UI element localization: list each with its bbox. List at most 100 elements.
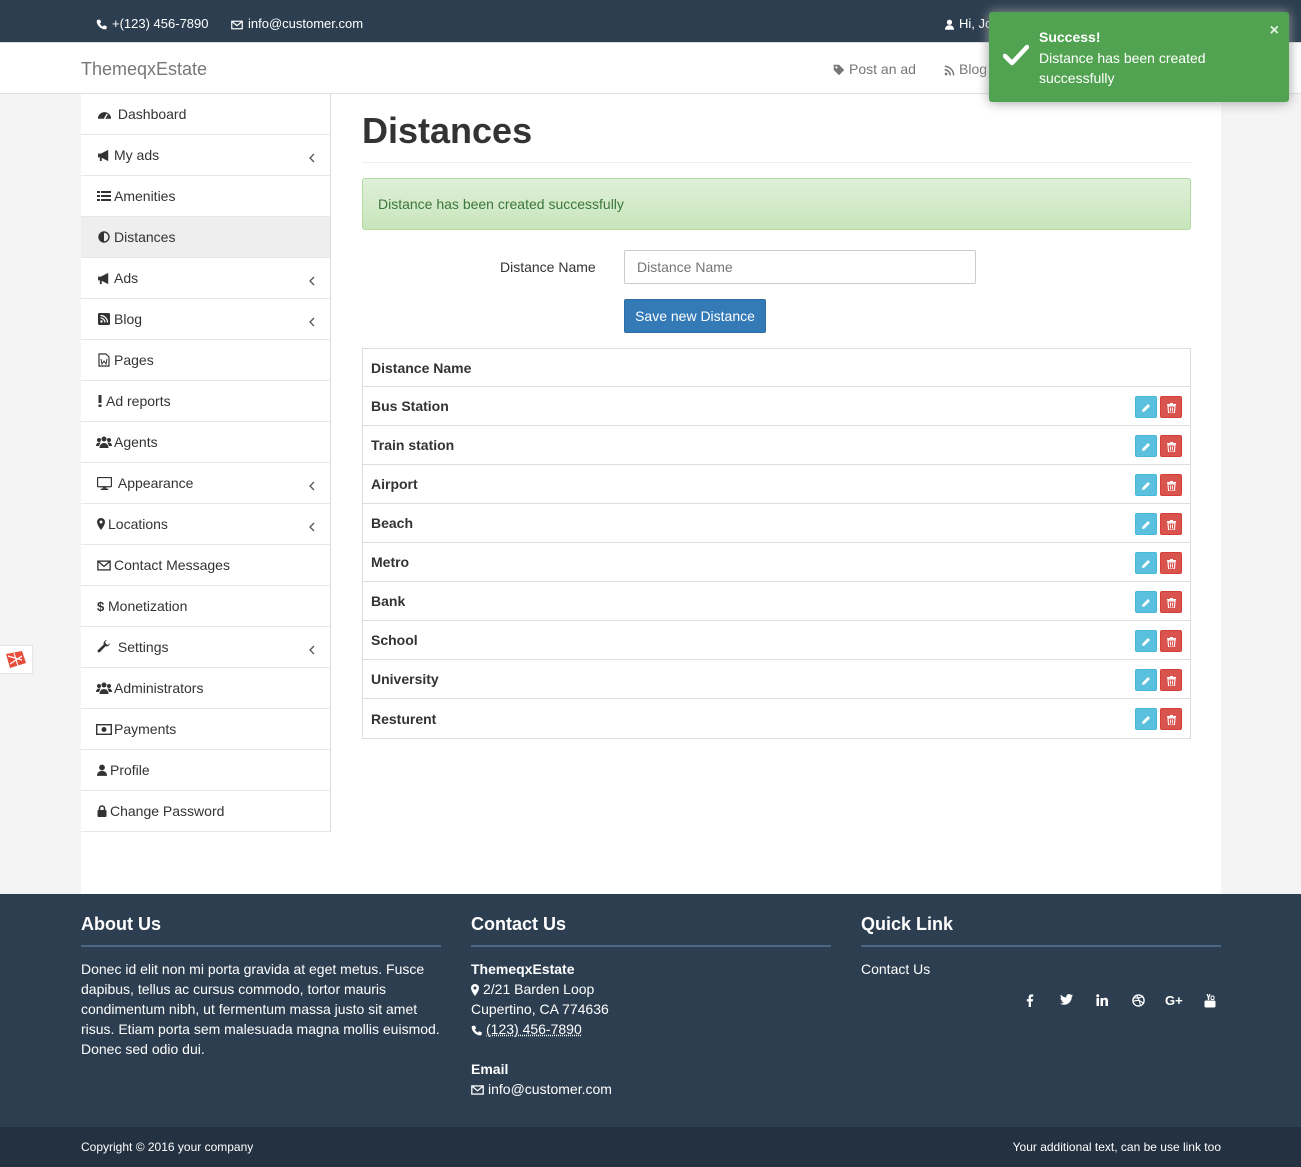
distances-table: Distance Name Bus Station Train station Ai… <box>362 348 1191 739</box>
sidebar-item-amenities[interactable]: Amenities <box>81 176 330 217</box>
edit-button[interactable] <box>1135 669 1157 691</box>
dribbble-icon[interactable] <box>1120 994 1156 1008</box>
table-row: Metro <box>363 543 1190 582</box>
sidebar-item-blog[interactable]: Blog <box>81 299 330 340</box>
linkedin-icon[interactable] <box>1084 994 1120 1008</box>
twitter-icon[interactable] <box>1048 994 1084 1008</box>
distance-name-cell: Bank <box>371 593 406 609</box>
sidebar-item-agents[interactable]: Agents <box>81 422 330 463</box>
floating-widget[interactable] <box>0 645 33 674</box>
delete-button[interactable] <box>1160 708 1182 730</box>
footer-contact: Contact Us ThemeqxEstate 2/21 Barden Loo… <box>471 914 831 1099</box>
copyright-text: Copyright © 2016 your company <box>81 1140 254 1154</box>
google-plus-icon[interactable]: G+ <box>1156 994 1192 1008</box>
svg-text:G+: G+ <box>1165 994 1183 1006</box>
trash-icon <box>1166 633 1176 649</box>
sidebar-item-dashboard[interactable]: Dashboard <box>81 94 330 135</box>
row-actions <box>1135 435 1182 457</box>
bullhorn-icon <box>96 272 112 285</box>
users-icon <box>96 436 112 448</box>
nav-blog[interactable]: Blog <box>944 61 987 77</box>
delete-button[interactable] <box>1160 435 1182 457</box>
facebook-icon[interactable] <box>1012 994 1048 1008</box>
delete-button[interactable] <box>1160 513 1182 535</box>
delete-button[interactable] <box>1160 474 1182 496</box>
nav-blog-label: Blog <box>959 61 988 77</box>
chevron-left-icon <box>309 641 315 657</box>
sidebar-item-profile[interactable]: Profile <box>81 750 330 791</box>
trash-icon <box>1166 594 1176 610</box>
edit-button[interactable] <box>1135 474 1157 496</box>
footer-contact-title: Contact Us <box>471 914 831 947</box>
youtube-icon[interactable] <box>1192 994 1228 1008</box>
sidebar-item-label: Agents <box>114 434 158 450</box>
delete-button[interactable] <box>1160 552 1182 574</box>
sidebar-item-label: Pages <box>114 352 154 368</box>
footer-email-text[interactable]: info@customer.com <box>488 1079 612 1099</box>
dashboard-icon <box>96 108 112 120</box>
distance-form: Distance Name Save new Distance <box>362 230 1191 333</box>
rss-icon <box>944 61 955 77</box>
sidebar-item-label: Blog <box>114 311 143 327</box>
table-row: Resturent <box>363 699 1190 738</box>
edit-button[interactable] <box>1135 552 1157 574</box>
sidebar-item-administrators[interactable]: Administrators <box>81 668 330 709</box>
sidebar-item-ad-reports[interactable]: Ad reports <box>81 381 330 422</box>
delete-button[interactable] <box>1160 630 1182 652</box>
sidebar-item-label: Dashboard <box>117 106 187 122</box>
pencil-icon <box>1141 399 1151 415</box>
wrench-icon <box>96 640 112 654</box>
edit-button[interactable] <box>1135 708 1157 730</box>
delete-button[interactable] <box>1160 669 1182 691</box>
delete-button[interactable] <box>1160 396 1182 418</box>
edit-button[interactable] <box>1135 630 1157 652</box>
sidebar-item-label: My ads <box>114 147 160 163</box>
distance-name-cell: School <box>371 632 418 648</box>
footer-phone: (123) 456-7890 <box>471 1019 831 1039</box>
edit-button[interactable] <box>1135 513 1157 535</box>
lock-icon <box>96 805 108 817</box>
sidebar-item-label: Change Password <box>110 803 225 819</box>
edit-button[interactable] <box>1135 591 1157 613</box>
sidebar-item-change-password[interactable]: Change Password <box>81 791 330 832</box>
sidebar-item-label: Settings <box>117 639 169 655</box>
table-row: Bus Station <box>363 387 1190 426</box>
sidebar-item-distances[interactable]: Distances <box>81 217 330 258</box>
sidebar-item-pages[interactable]: Pages <box>81 340 330 381</box>
sidebar-item-label: Locations <box>108 516 168 532</box>
footer-email-label: Email <box>471 1061 509 1077</box>
trash-icon <box>1166 516 1176 532</box>
table-row: Airport <box>363 465 1190 504</box>
footer-company: ThemeqxEstate <box>471 961 575 977</box>
toast-title: Success! <box>1039 29 1101 45</box>
footer-spacer <box>471 1039 831 1059</box>
delete-button[interactable] <box>1160 591 1182 613</box>
brand-logo[interactable]: ThemeqxEstate <box>81 59 207 80</box>
edit-button[interactable] <box>1135 435 1157 457</box>
save-distance-button[interactable]: Save new Distance <box>624 299 766 333</box>
sidebar-item-settings[interactable]: Settings <box>81 627 330 668</box>
footer-quick-links: Quick Link Contact Us <box>861 914 1221 979</box>
footer: About Us Donec id elit non mi porta grav… <box>0 894 1301 1127</box>
additional-text: Your additional text, can be use link to… <box>1012 1140 1221 1154</box>
trash-icon <box>1166 672 1176 688</box>
footer-quick-contact-link[interactable]: Contact Us <box>861 959 1221 979</box>
sidebar-item-ads[interactable]: Ads <box>81 258 330 299</box>
sidebar-item-appearance[interactable]: Appearance <box>81 463 330 504</box>
edit-button[interactable] <box>1135 396 1157 418</box>
distance-name-input[interactable] <box>624 250 976 284</box>
user-menu[interactable]: Hi, Jo <box>945 16 992 31</box>
pencil-icon <box>1141 477 1151 493</box>
sidebar-item-locations[interactable]: Locations <box>81 504 330 545</box>
distance-name-cell: Resturent <box>371 710 437 727</box>
sidebar-item-label: Payments <box>114 721 177 737</box>
topbar-phone-text: +(123) 456-7890 <box>112 16 209 31</box>
sidebar-item-payments[interactable]: Payments <box>81 709 330 750</box>
nav-post-ad[interactable]: Post an ad <box>833 61 916 77</box>
toast-close-button[interactable]: × <box>1270 22 1279 40</box>
trash-icon <box>1166 555 1176 571</box>
sidebar-item-contact-messages[interactable]: Contact Messages <box>81 545 330 586</box>
sidebar-item-monetization[interactable]: $ Monetization <box>81 586 330 627</box>
sidebar-item-my-ads[interactable]: My ads <box>81 135 330 176</box>
footer-phone-link[interactable]: (123) 456-7890 <box>486 1019 582 1039</box>
